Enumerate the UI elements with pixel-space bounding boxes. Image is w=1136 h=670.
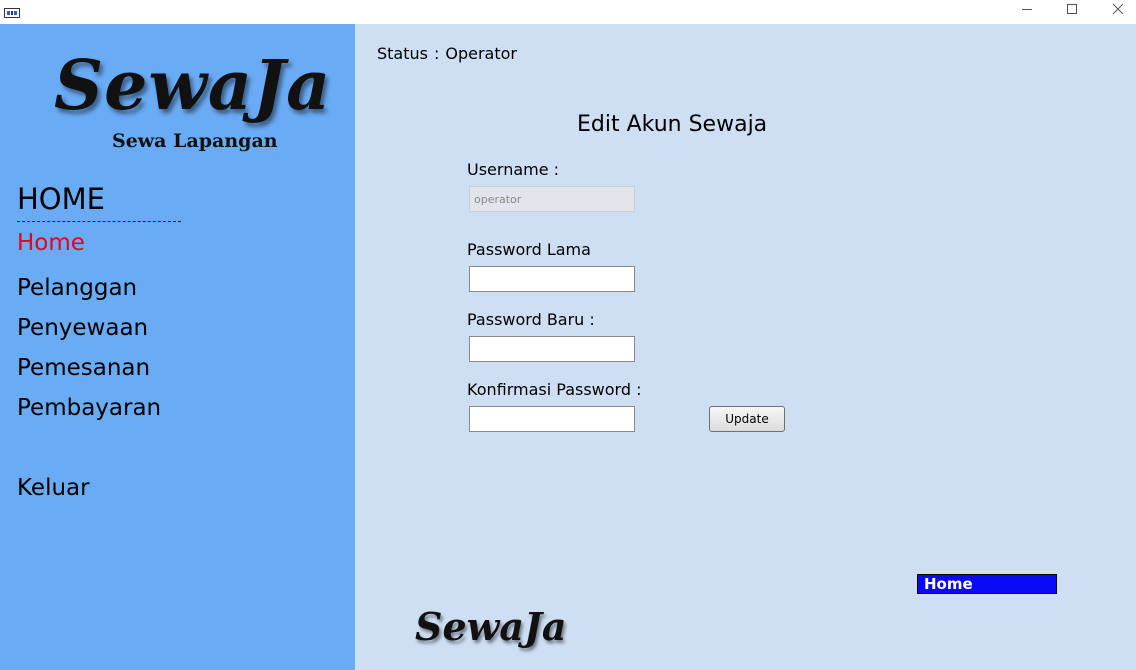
main-panel: Status: Operator Edit Akun Sewaja Usernam… [355, 24, 1136, 670]
maximize-icon [1067, 4, 1077, 14]
confirm-password-field[interactable] [469, 406, 635, 432]
sidebar: SewaJa Sewa Lapangan HOME Home Pelanggan… [0, 24, 355, 670]
nav-divider [17, 221, 181, 222]
new-password-label: Password Baru : [467, 310, 595, 329]
app-icon [4, 3, 20, 18]
status-value: Operator [445, 44, 517, 63]
app-logo: SewaJa Sewa Lapangan [40, 46, 330, 166]
username-field [469, 186, 635, 212]
sidebar-item-penyewaan[interactable]: Penyewaan [17, 315, 148, 341]
sidebar-item-pembayaran[interactable]: Pembayaran [17, 395, 161, 421]
footer-logo: SewaJa [415, 604, 567, 649]
close-icon [1112, 3, 1124, 15]
update-button[interactable]: Update [709, 406, 785, 432]
minimize-button[interactable] [1004, 0, 1050, 18]
form-title: Edit Akun Sewaja [577, 112, 768, 137]
username-label: Username : [467, 160, 560, 179]
status-label: Status [377, 44, 428, 63]
status-separator: : [433, 44, 440, 63]
minimize-icon [1022, 9, 1032, 10]
close-button[interactable] [1095, 0, 1136, 18]
old-password-field[interactable] [469, 266, 635, 292]
old-password-label: Password Lama [467, 240, 591, 259]
sidebar-item-home[interactable]: Home [17, 230, 85, 256]
logo-subtitle: Sewa Lapangan [112, 130, 278, 152]
maximize-button[interactable] [1049, 0, 1095, 18]
home-badge: Home [917, 574, 1057, 594]
status-line: Status: Operator [377, 44, 517, 63]
sidebar-item-pelanggan[interactable]: Pelanggan [17, 275, 137, 301]
logo-title: SewaJa [54, 46, 332, 126]
sidebar-item-keluar[interactable]: Keluar [17, 475, 90, 501]
new-password-field[interactable] [469, 336, 635, 362]
window-titlebar [0, 0, 1136, 24]
sidebar-item-pemesanan[interactable]: Pemesanan [17, 355, 150, 381]
nav-header: HOME [17, 182, 105, 216]
confirm-password-label: Konfirmasi Password : [467, 380, 642, 399]
